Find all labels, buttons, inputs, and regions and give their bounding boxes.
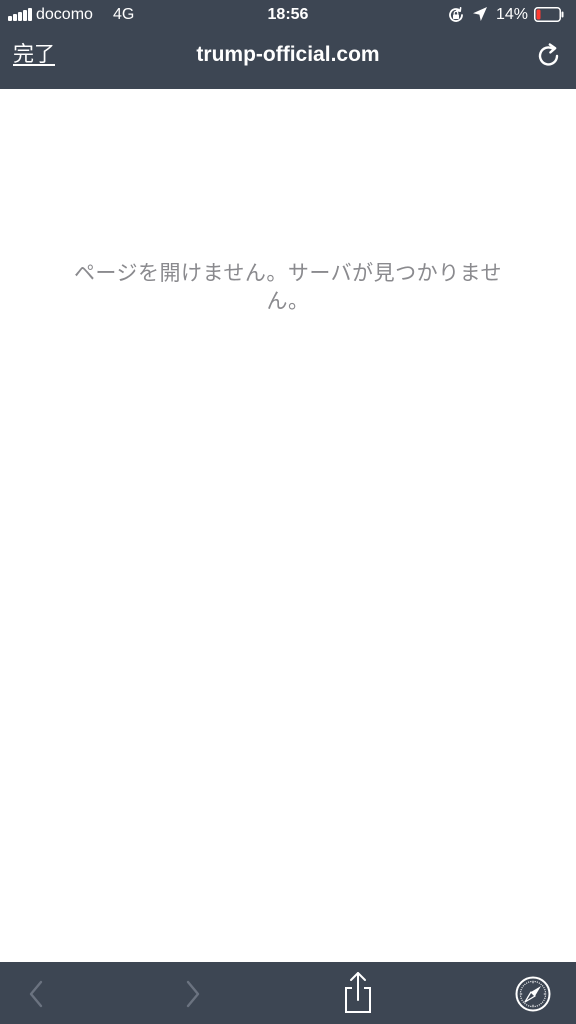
- bottom-toolbar: [0, 962, 576, 1024]
- battery-icon: [534, 7, 564, 22]
- screen: docomo 4G 18:56 14% 完了 trump-official.co…: [0, 0, 576, 1024]
- done-button[interactable]: 完了: [13, 42, 55, 68]
- status-time: 18:56: [267, 6, 309, 23]
- back-button[interactable]: [18, 974, 54, 1014]
- navigation-bar: 完了 trump-official.com: [0, 30, 576, 89]
- compass-icon: [515, 976, 551, 1012]
- forward-button[interactable]: [175, 974, 211, 1014]
- top-bar: docomo 4G 18:56 14% 完了 trump-official.co…: [0, 0, 576, 89]
- battery-fill: [536, 9, 541, 20]
- safari-button[interactable]: [514, 975, 552, 1013]
- error-message: ページを開けません。サーバが見つかりません。: [73, 262, 503, 313]
- page-title: trump-official.com: [196, 43, 380, 66]
- location-arrow-icon: [473, 7, 487, 21]
- battery-percentage: 14%: [496, 6, 529, 23]
- share-button[interactable]: [340, 970, 376, 1016]
- chevron-left-icon: [29, 980, 43, 1008]
- status-bar: docomo 4G 18:56 14%: [0, 0, 576, 30]
- share-icon: [345, 972, 371, 1013]
- chevron-right-icon: [186, 980, 200, 1008]
- reload-icon[interactable]: [535, 42, 563, 70]
- rotation-lock-icon: [449, 7, 463, 22]
- web-content: ページを開けません。サーバが見つかりません。: [0, 89, 576, 962]
